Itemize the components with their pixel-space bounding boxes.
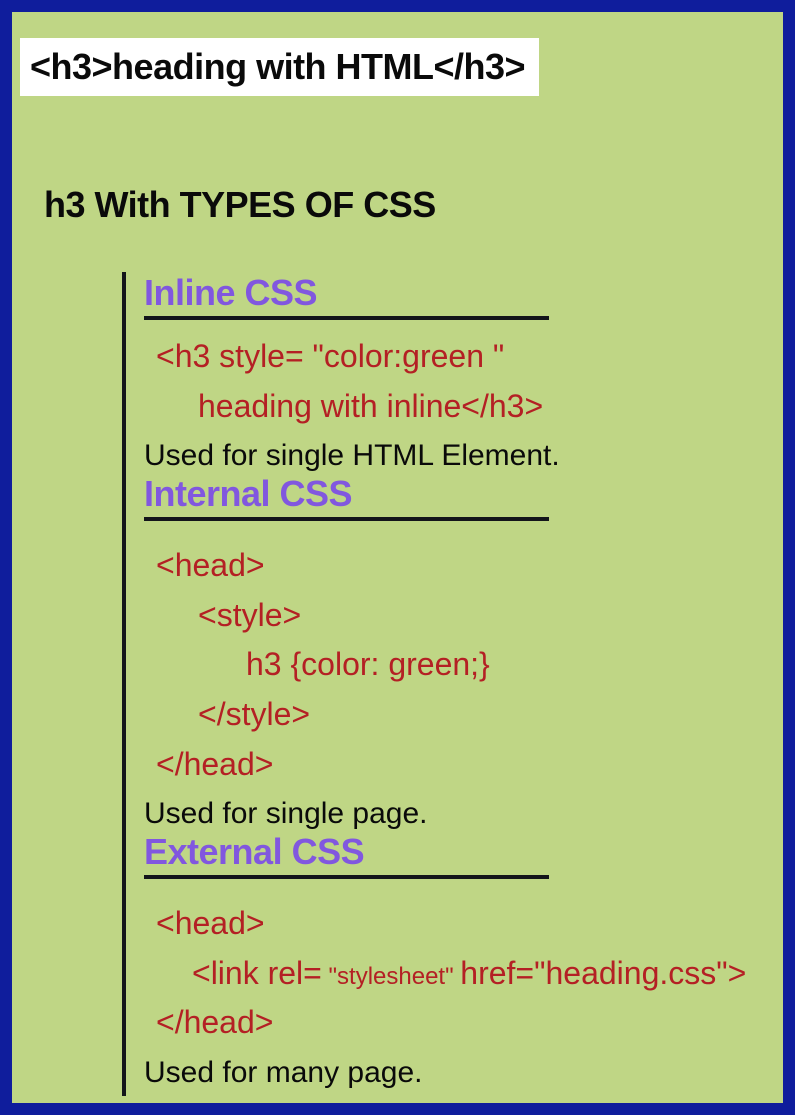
code-fragment: <link rel= xyxy=(192,955,322,991)
subtitle: h3 With TYPES OF CSS xyxy=(44,184,773,226)
code-line: <head> xyxy=(156,899,773,949)
page-title: <h3>heading with HTML</h3> xyxy=(30,46,525,87)
code-fragment: href="heading.css"> xyxy=(460,955,746,991)
code-line: </head> xyxy=(156,998,773,1048)
code-line: <h3 style= "color:green " xyxy=(156,332,773,382)
code-line: </head> xyxy=(156,740,773,790)
section-title-internal: Internal CSS xyxy=(144,473,352,514)
desc-external: Used for many page. xyxy=(144,1056,773,1090)
title-box: <h3>heading with HTML</h3> xyxy=(20,38,539,96)
section-title-inline: Inline CSS xyxy=(144,272,317,313)
code-internal: <head> <style> h3 {color: green;} </styl… xyxy=(156,541,773,789)
code-line: <link rel= "stylesheet" href="heading.cs… xyxy=(156,949,773,999)
section-title-external: External CSS xyxy=(144,831,364,872)
code-external: <head> <link rel= "stylesheet" href="hea… xyxy=(156,899,773,1048)
code-line: <style> xyxy=(156,591,773,641)
page-canvas: <h3>heading with HTML</h3> h3 With TYPES… xyxy=(12,12,783,1103)
code-line: <head> xyxy=(156,541,773,591)
section-header-external: External CSS xyxy=(144,831,549,879)
code-inline: <h3 style= "color:green " heading with i… xyxy=(156,332,773,431)
code-fragment: "stylesheet" xyxy=(322,963,460,990)
section-header-inline: Inline CSS xyxy=(144,272,549,320)
section-header-internal: Internal CSS xyxy=(144,473,549,521)
desc-inline: Used for single HTML Element. xyxy=(144,439,773,473)
code-line: </style> xyxy=(156,690,773,740)
code-line: heading with inline</h3> xyxy=(156,382,773,432)
css-types-tree: Inline CSS <h3 style= "color:green " hea… xyxy=(122,272,773,1096)
code-line: h3 {color: green;} xyxy=(156,640,773,690)
desc-internal: Used for single page. xyxy=(144,797,773,831)
